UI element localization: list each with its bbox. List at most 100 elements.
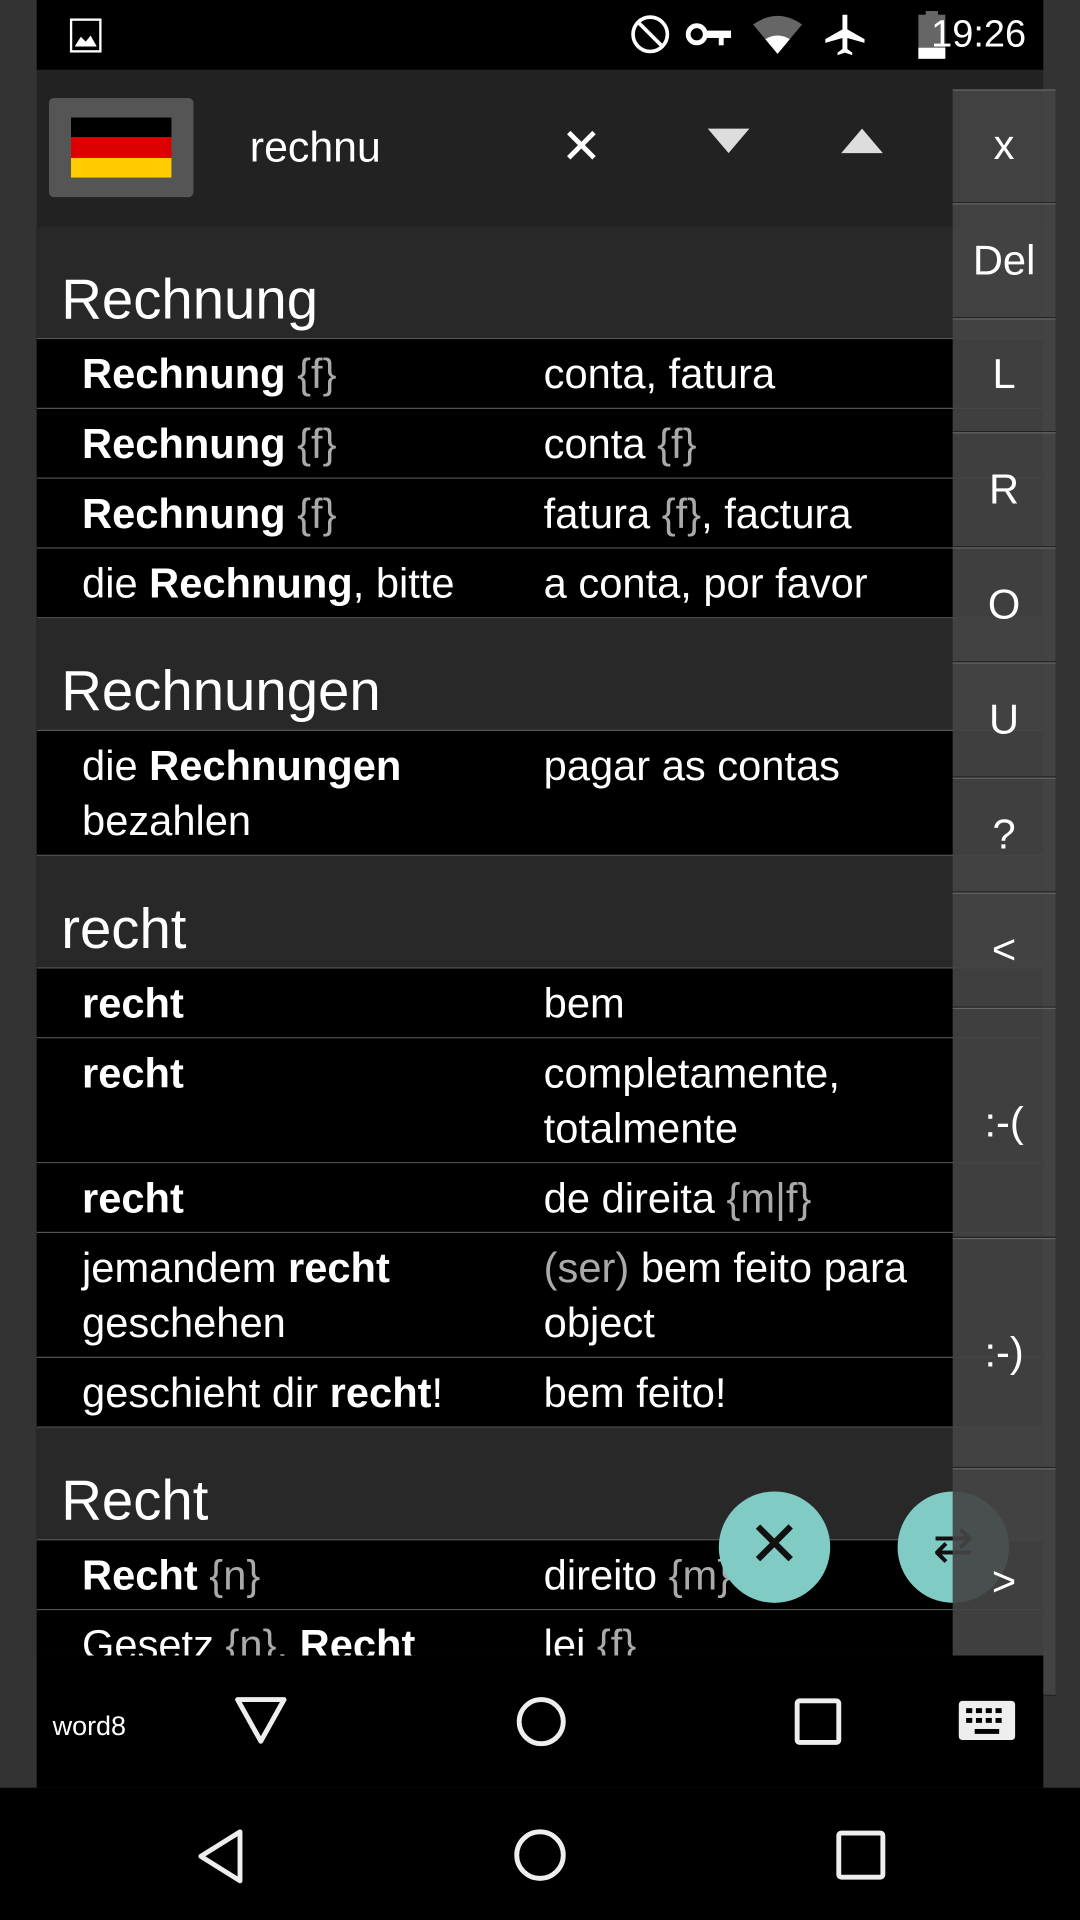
text: die [82, 560, 150, 608]
term-cell: die Rechnung, bitte [37, 557, 544, 612]
panel-key[interactable]: < [952, 892, 1056, 1008]
headword: Rechnungen [149, 743, 402, 790]
text: , bitte [352, 560, 455, 608]
recents-icon[interactable] [835, 1829, 886, 1880]
text: direito [543, 1552, 669, 1600]
result-row[interactable]: recht bem [36, 968, 1044, 1039]
headword: recht [329, 1370, 432, 1417]
section-header: Rechnungen [36, 618, 1044, 732]
section-header: Recht [36, 1427, 1044, 1541]
term-cell: recht [37, 977, 544, 1032]
text: Gesetz [82, 1622, 226, 1656]
clear-search-button[interactable]: ✕ [561, 119, 602, 175]
text: lei [543, 1622, 597, 1656]
grammar-note: {n} [197, 1552, 261, 1600]
text: completamente, totalmente [543, 1050, 840, 1153]
text: fatura [543, 491, 662, 538]
headword: Rechnung [82, 351, 286, 398]
text: jemandem [82, 1245, 289, 1292]
panel-key[interactable]: :-) [952, 1237, 1056, 1469]
headword: Rechnung [82, 491, 286, 538]
home-icon[interactable] [514, 1695, 568, 1749]
back-icon[interactable] [193, 1827, 247, 1886]
result-row[interactable]: Rechnung {f} conta {f} [36, 408, 1044, 479]
term-cell: Recht {n} [37, 1549, 544, 1604]
result-row[interactable]: die Rechnung, bitte a conta, por favor [36, 548, 1044, 619]
grammar-note: {f} [285, 351, 337, 398]
text: geschieht dir [82, 1370, 330, 1417]
term-cell: jemandem recht geschehen [37, 1242, 544, 1352]
panel-key[interactable]: Del [952, 203, 1056, 319]
result-row[interactable]: geschieht dir recht! bem feito! [36, 1357, 1044, 1428]
panel-key[interactable]: :-( [952, 1007, 1056, 1238]
grammar-note: {f} [657, 421, 697, 468]
triangle-up-icon[interactable] [841, 128, 883, 154]
headword: recht [288, 1245, 390, 1292]
grammar-note: (ser) [543, 1245, 630, 1292]
headword: recht [82, 1175, 184, 1223]
term-cell: Rechnung {f} [37, 348, 544, 403]
grammar-note: {f} [661, 491, 702, 538]
text: , [276, 1622, 300, 1656]
home-icon[interactable] [512, 1827, 568, 1883]
result-row[interactable]: Recht {n} direito {m} [36, 1540, 1044, 1611]
term-cell: die Rechnungen bezahlen [37, 740, 544, 850]
keyboard-nav-bar: word8 [36, 1655, 1044, 1788]
results-list[interactable]: Rechnung Rechnung {f} conta, fatura Rechnun… [36, 226, 1044, 1656]
language-button[interactable] [48, 97, 194, 198]
term-cell: Rechnung {f} [37, 487, 544, 542]
result-row[interactable]: recht completamente, totalmente [36, 1038, 1044, 1164]
text: , factura [701, 491, 852, 538]
term-cell: Rechnung {f} [37, 418, 544, 473]
status-bar: 19:26 [36, 0, 1044, 70]
headword: recht [82, 1050, 184, 1098]
panel-key[interactable]: ? [952, 777, 1056, 893]
grammar-note: {f} [285, 491, 337, 538]
close-icon[interactable]: ✕ [718, 1491, 831, 1603]
recents-icon[interactable] [793, 1697, 842, 1746]
grammar-note: {f} [285, 421, 337, 468]
triangle-down-icon[interactable] [707, 128, 750, 154]
grammar-note: {n} [225, 1622, 277, 1656]
panel-key[interactable]: L [952, 318, 1056, 433]
headword: Recht [82, 1552, 198, 1600]
keyboard-icon[interactable] [958, 1700, 1017, 1744]
panel-key[interactable]: x [952, 89, 1056, 204]
search-header: rechnu ✕ [36, 69, 1044, 227]
do-not-disturb-icon [631, 15, 670, 54]
headword: Rechnung [82, 421, 286, 468]
result-row[interactable]: Gesetz {n}, Recht lei {f} [36, 1610, 1044, 1656]
result-row[interactable]: Rechnung {f} fatura {f}, factura [36, 478, 1044, 549]
key-panel: x Del L R O U? <:-(:-) > [952, 89, 1056, 1696]
headword: Rechnung [149, 560, 353, 608]
german-flag-icon [71, 117, 172, 178]
text: conta, fatura [543, 351, 776, 398]
panel-key[interactable]: U [952, 662, 1056, 778]
result-row[interactable]: recht de direita {m|f} [36, 1163, 1044, 1234]
result-row[interactable]: Rechnung {f} conta, fatura [36, 339, 1044, 409]
text: geschehen [82, 1300, 286, 1347]
headword: Recht [299, 1622, 416, 1656]
term-cell: geschieht dir recht! [37, 1367, 544, 1422]
screen: 19:26 rechnu ✕ Rechnung Rechnung {f} conta… [0, 0, 1080, 1920]
hide-keyboard-icon[interactable] [233, 1695, 289, 1746]
image-icon [69, 18, 102, 53]
grammar-note: {f} [596, 1622, 637, 1656]
vpn-key-icon [685, 23, 732, 46]
panel-key[interactable]: R [952, 432, 1056, 548]
section-header: Rechnung [36, 226, 1044, 340]
term-cell: recht [37, 1047, 544, 1157]
result-row[interactable]: die Rechnungen bezahlen pagar as contas [36, 731, 1044, 856]
text: bem [543, 980, 625, 1028]
term-cell: Gesetz {n}, Recht [37, 1619, 544, 1656]
keyboard-label: word8 [52, 1710, 127, 1742]
text: bem feito! [543, 1370, 727, 1417]
system-nav-bar [0, 1787, 1080, 1920]
result-row[interactable]: jemandem recht geschehen (ser) bem feito … [36, 1233, 1044, 1358]
panel-key[interactable]: O [952, 547, 1056, 663]
wifi-icon [753, 15, 803, 54]
headword: recht [82, 980, 184, 1028]
search-input[interactable]: rechnu [250, 124, 381, 173]
text: a conta, por favor [543, 560, 868, 608]
term-cell: recht [37, 1172, 544, 1227]
